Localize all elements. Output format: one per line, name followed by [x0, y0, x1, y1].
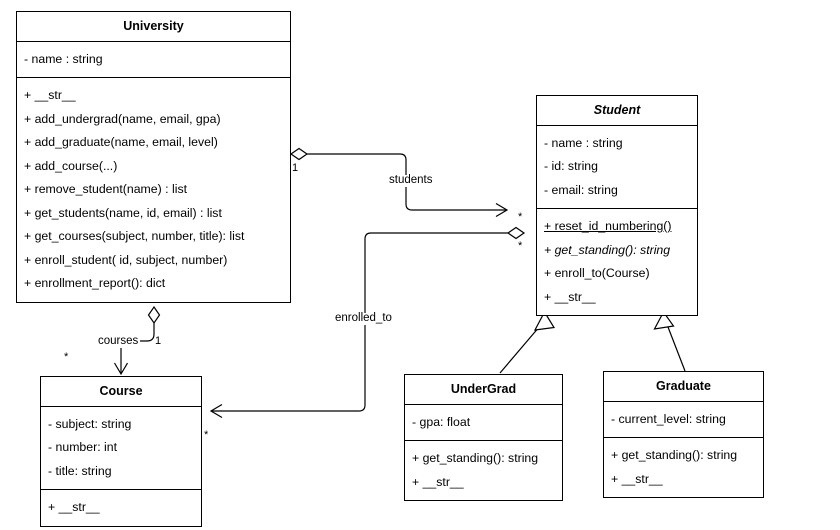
class-title-university: University [17, 12, 290, 42]
courses-arrowhead [113, 362, 129, 376]
attribute-row: - name : string [24, 51, 103, 66]
multiplicity-university-courses: 1 [155, 335, 162, 347]
class-box-graduate[interactable]: Graduate - current_level: string + get_s… [603, 371, 764, 499]
class-methods-undergrad: + get_standing(): string + __str__ [405, 440, 562, 500]
method-row: + add_undergrad(name, email, gpa) [24, 111, 221, 126]
class-methods-graduate: + get_standing(): string + __str__ [604, 437, 763, 497]
class-box-undergrad[interactable]: UnderGrad - gpa: float + get_standing():… [404, 374, 563, 502]
attribute-row: - number: int [48, 440, 118, 455]
class-title-undergrad: UnderGrad [405, 375, 562, 405]
class-attributes-graduate: - current_level: string [604, 402, 763, 438]
class-box-student[interactable]: Student - name : string - id: string - e… [536, 95, 698, 317]
multiplicity-course-courses: * [64, 351, 69, 363]
inheritance-line-undergrad [499, 325, 541, 374]
multiplicity-university-students: 1 [292, 162, 299, 174]
method-row: + get_students(name, id, email) : list [24, 205, 222, 220]
enrolled-to-arrowhead [209, 403, 223, 419]
class-attributes-university: - name : string [17, 42, 290, 78]
courses-edge-line [120, 323, 155, 373]
method-row: + __str__ [412, 474, 464, 489]
method-row: + get_courses(subject, number, title): l… [24, 229, 245, 244]
class-methods-university: + __str__ + add_undergrad(name, email, g… [17, 77, 290, 302]
aggregation-diamond-enrolled-to [506, 226, 526, 240]
method-row: + __str__ [611, 471, 663, 486]
attribute-row: - id: string [544, 159, 598, 174]
attribute-row: - email: string [544, 182, 618, 197]
multiplicity-course-enrolled-to: * [204, 429, 209, 441]
attribute-row: - title: string [48, 463, 112, 478]
class-attributes-course: - subject: string - number: int - title:… [41, 407, 201, 490]
method-row: + get_standing(): string [412, 451, 539, 466]
class-title-student: Student [537, 96, 697, 126]
method-row: + enroll_to(Course) [544, 266, 650, 281]
class-attributes-undergrad: - gpa: float [405, 405, 562, 441]
multiplicity-student-enrolled-to: * [518, 240, 523, 252]
attribute-row: - subject: string [48, 416, 132, 431]
method-row: + enrollment_report(): dict [24, 276, 166, 291]
class-methods-student: + reset_id_numbering() + get_standing():… [537, 208, 697, 315]
class-box-course[interactable]: Course - subject: string - number: int -… [40, 376, 202, 527]
students-arrowhead [495, 202, 509, 218]
multiplicity-student-students: * [518, 211, 523, 223]
method-row: + __str__ [544, 289, 596, 304]
class-box-university[interactable]: University - name : string + __str__ + a… [16, 11, 291, 303]
attribute-row: - gpa: float [412, 414, 471, 429]
class-methods-course: + __str__ [41, 489, 201, 526]
method-row: + add_course(...) [24, 158, 118, 173]
method-row: + reset_id_numbering() [544, 219, 672, 234]
class-title-course: Course [41, 377, 201, 407]
class-title-graduate: Graduate [604, 372, 763, 402]
method-row: + remove_student(name) : list [24, 182, 188, 197]
edge-label-students: students [387, 174, 435, 187]
inheritance-line-graduate [667, 326, 686, 372]
method-row: + __str__ [48, 500, 100, 515]
edge-label-enrolled-to: enrolled_to [333, 312, 394, 325]
aggregation-diamond-courses [147, 305, 161, 325]
uml-diagram-canvas: University - name : string + __str__ + a… [0, 0, 840, 530]
attribute-row: - current_level: string [611, 411, 726, 426]
method-row: + add_graduate(name, email, level) [24, 135, 218, 150]
edge-label-courses: courses [96, 335, 141, 348]
method-row: + get_standing(): string [611, 448, 738, 463]
method-row: + enroll_student( id, subject, number) [24, 252, 228, 267]
aggregation-diamond-students [289, 147, 309, 161]
method-row: + __str__ [24, 88, 76, 103]
attribute-row: - name : string [544, 135, 623, 150]
class-attributes-student: - name : string - id: string - email: st… [537, 126, 697, 209]
method-row: + get_standing(): string [544, 242, 671, 257]
